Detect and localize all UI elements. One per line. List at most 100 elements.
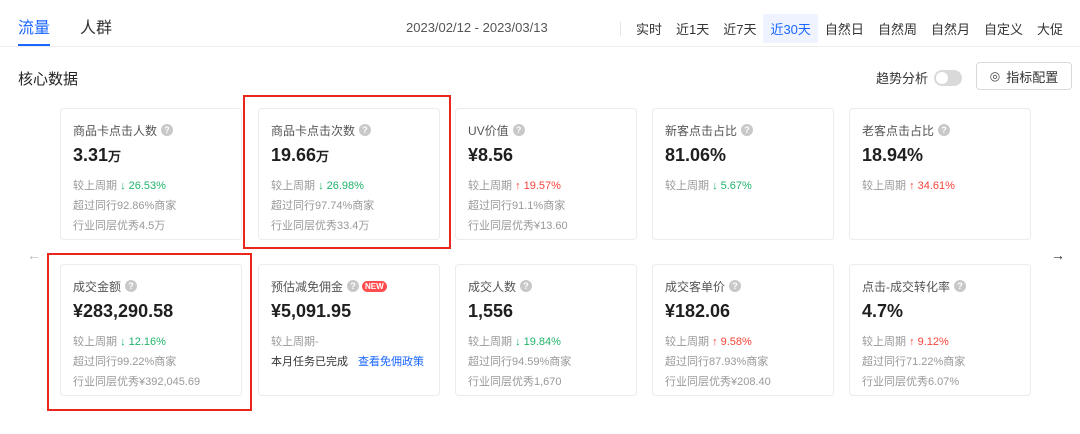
card-value: 19.66 [271,145,317,165]
card-title: 成交金额 [73,279,122,294]
card-title: 成交客单价 [665,279,726,294]
help-icon[interactable]: ? [520,280,533,292]
card-title: 商品卡点击人数 [73,123,158,138]
help-icon[interactable]: ? [741,124,754,136]
card-value: ¥283,290.58 [73,301,174,321]
date-range-label: 2023/02/12 - 2023/03/13 [406,20,548,35]
trend-analysis-toggle[interactable] [934,69,963,86]
metric-config-button[interactable]: ◎ 指标配置 [976,62,1072,90]
help-icon[interactable]: ? [161,124,174,136]
card-value: 81.06% [665,145,727,165]
card-value: 18.94% [862,145,924,165]
help-icon[interactable]: ? [938,124,951,136]
compare-label: 较上周期 [73,180,117,192]
card-title: 商品卡点击次数 [271,123,356,138]
arrow-down-icon: ↓ [318,180,324,192]
change-value: 34.61% [917,180,955,192]
range-7d-button[interactable]: 近7天 [716,14,763,43]
range-30d-button[interactable]: 近30天 [763,14,818,43]
card-unit: 万 [108,149,122,164]
arrow-down-icon: ↓ [712,180,718,192]
range-realtime-button[interactable]: 实时 [629,14,669,43]
help-icon[interactable]: ? [125,280,138,292]
task-status: 本月任务已完成 [271,356,348,368]
card-value: 1,556 [468,301,514,321]
change-value: 26.98% [326,180,364,192]
card-value: ¥8.56 [468,145,514,165]
compare-label: 较上周期 [73,336,117,348]
metric-card-estimated-commission-waiver[interactable]: 预估减免佣金? NEW ¥5,091.95 较上周期- 本月任务已完成 查看免佣政策 [258,264,440,396]
card-title: UV价值 [468,123,509,138]
card-value: 3.31 [73,145,109,165]
next-arrow-icon[interactable]: → [1046,243,1070,267]
help-icon[interactable]: ? [347,280,360,292]
range-custom-button[interactable]: 自定义 [977,14,1030,43]
metric-config-label: 指标配置 [1006,69,1059,85]
range-natural-week-button[interactable]: 自然周 [871,14,924,43]
industry-excellent: 行业同层优秀33.4万 [271,220,370,232]
range-promotion-button[interactable]: 大促 [1030,14,1070,43]
arrow-up-icon: ↑ [515,180,521,192]
range-natural-month-button[interactable]: 自然月 [924,14,977,43]
help-icon[interactable]: ? [512,124,525,136]
metric-card-avg-order-value[interactable]: 成交客单价? ¥182.06 较上周期 ↑ 9.58% 超过同行87.93%商家… [652,264,834,396]
metric-card-returning-customer-click-ratio[interactable]: 老客点击占比? 18.94% 较上周期 ↑ 34.61% [849,108,1031,240]
metric-card-product-click-users[interactable]: 商品卡点击人数? 3.31万 较上周期 ↓ 26.53% 超过同行92.86%商… [60,108,242,240]
change-value: 26.53% [128,180,166,192]
change-value: 9.58% [720,336,752,348]
peer-ranking: 超过同行94.59%商家 [468,356,572,368]
peer-ranking: 超过同行97.74%商家 [271,200,375,212]
industry-excellent: 行业同层优秀4.5万 [73,220,166,232]
card-title: 新客点击占比 [665,123,738,138]
prev-arrow-icon[interactable]: ← [22,243,46,267]
arrow-down-icon: ↓ [120,180,126,192]
range-selector: 实时 近1天 近7天 近30天 自然日 自然周 自然月 自定义 大促 [612,14,1070,43]
peer-ranking: 超过同行71.22%商家 [862,356,966,368]
metric-card-uv-value[interactable]: UV价值? ¥8.56 较上周期 ↑ 19.57% 超过同行91.1%商家 行业… [455,108,637,240]
range-divider [619,21,621,36]
card-title: 老客点击占比 [862,123,935,138]
arrow-down-icon: ↓ [120,336,126,348]
section-title: 核心数据 [18,71,79,88]
change-value: 19.57% [523,180,561,192]
help-icon[interactable]: ? [954,280,966,292]
arrow-up-icon: ↑ [909,336,915,348]
card-title: 预估减免佣金 [271,279,344,294]
change-value: 5.67% [720,180,752,192]
card-title: 点击-成交转化率 [862,279,950,294]
range-natural-day-button[interactable]: 自然日 [818,14,871,43]
help-icon[interactable]: ? [729,280,742,292]
change-value: 9.12% [917,336,949,348]
new-badge: NEW [362,280,387,292]
card-unit: 万 [316,149,330,164]
card-value: ¥5,091.95 [271,301,352,321]
peer-ranking: 超过同行91.1%商家 [468,200,566,212]
metric-card-click-conversion-rate[interactable]: 点击-成交转化率? 4.7% 较上周期 ↑ 9.12% 超过同行71.22%商家… [849,264,1031,396]
industry-excellent: 行业同层优秀1,670 [468,376,562,388]
compare-label: 较上周期- [271,336,319,348]
metric-card-buyers[interactable]: 成交人数? 1,556 较上周期 ↓ 19.84% 超过同行94.59%商家 行… [455,264,637,396]
compare-label: 较上周期 [665,336,709,348]
change-value: 19.84% [523,336,561,348]
industry-excellent: 行业同层优秀¥13.60 [468,220,568,232]
tab-traffic[interactable]: 流量 [18,10,51,46]
tab-audience[interactable]: 人群 [80,10,112,46]
industry-excellent: 行业同层优秀6.07% [862,376,960,388]
settings-icon: ◎ [989,69,1001,83]
metric-card-gmv[interactable]: 成交金额? ¥283,290.58 较上周期 ↓ 12.16% 超过同行99.2… [60,264,242,396]
metric-card-product-click-count[interactable]: 商品卡点击次数? 19.66万 较上周期 ↓ 26.98% 超过同行97.74%… [258,108,440,240]
tab-divider [0,46,1080,47]
change-value: 12.16% [128,336,166,348]
trend-analysis-label: 趋势分析 [876,71,929,86]
range-1d-button[interactable]: 近1天 [669,14,716,43]
industry-excellent: 行业同层优秀¥208.40 [665,376,771,388]
compare-label: 较上周期 [271,180,315,192]
peer-ranking: 超过同行92.86%商家 [73,200,177,212]
compare-label: 较上周期 [862,180,906,192]
help-icon[interactable]: ? [359,124,372,136]
compare-label: 较上周期 [468,180,512,192]
view-waiver-policy-link[interactable]: 查看免佣政策 [358,356,424,368]
arrow-up-icon: ↑ [712,336,718,348]
arrow-up-icon: ↑ [909,180,915,192]
metric-card-new-customer-click-ratio[interactable]: 新客点击占比? 81.06% 较上周期 ↓ 5.67% [652,108,834,240]
